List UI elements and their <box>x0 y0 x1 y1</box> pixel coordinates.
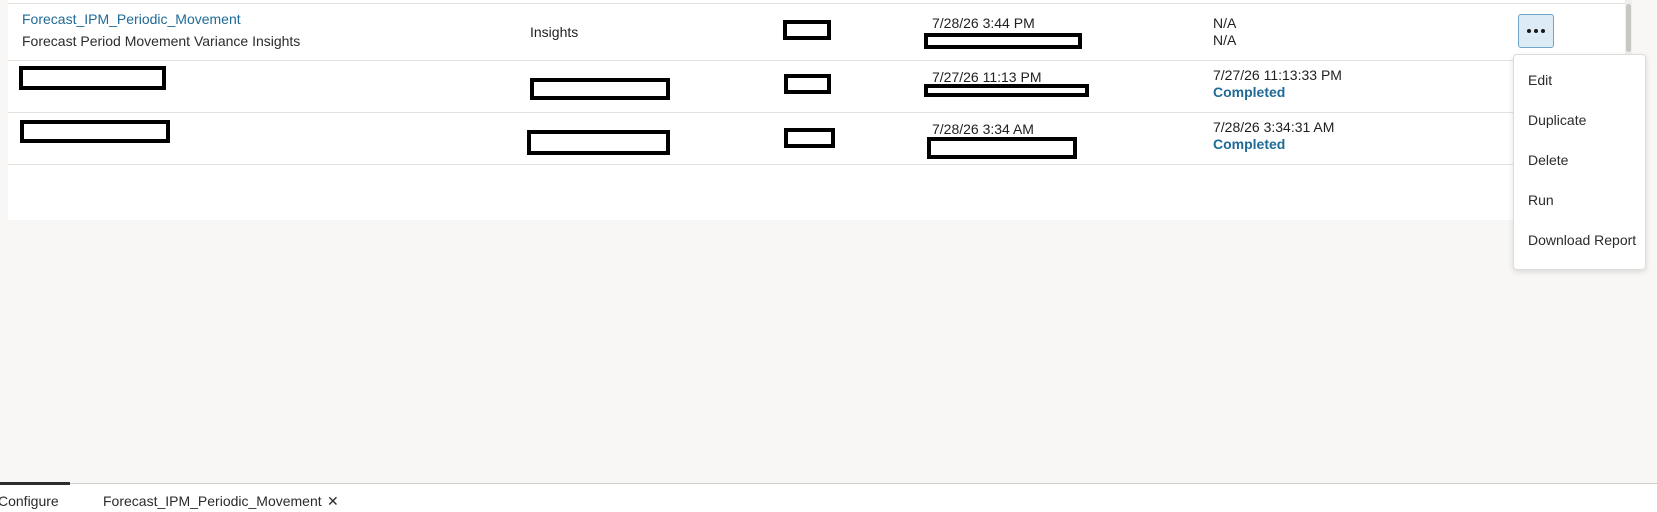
menu-item-duplicate[interactable]: Duplicate <box>1528 111 1586 129</box>
row-last-run: 7/28/26 3:34 AM <box>932 121 1034 137</box>
row-name-link[interactable]: Forecast_IPM_Periodic_Movement <box>22 10 241 28</box>
tab-configure[interactable]: Configure <box>0 492 59 510</box>
row-description: Forecast Period Movement Variance Insigh… <box>22 33 301 49</box>
redacted-field <box>530 78 670 100</box>
menu-item-run[interactable]: Run <box>1528 191 1554 209</box>
menu-item-download-report[interactable]: Download Report <box>1528 231 1636 249</box>
scrollbar-thumb[interactable] <box>1626 4 1631 52</box>
row-status: Completed <box>1213 84 1286 100</box>
table-row: 7/27/26 11:13 PM 7/27/26 11:13:33 PM Com… <box>8 60 1625 113</box>
close-icon[interactable]: ✕ <box>327 492 339 510</box>
row-last-run: 7/28/26 3:44 PM <box>932 15 1035 31</box>
redacted-field <box>924 33 1082 49</box>
row-status-time: 7/28/26 3:34:31 AM <box>1213 119 1335 135</box>
redacted-field <box>19 66 166 90</box>
redacted-field <box>927 137 1077 159</box>
row-status-time: N/A <box>1213 15 1237 31</box>
table-row: Forecast_IPM_Periodic_Movement Forecast … <box>8 4 1625 61</box>
insights-table: Forecast_IPM_Periodic_Movement Forecast … <box>8 0 1625 220</box>
redacted-field <box>784 128 835 148</box>
redacted-field <box>783 20 831 40</box>
row-type: Insights <box>530 24 579 40</box>
row-status-time: 7/27/26 11:13:33 PM <box>1213 67 1342 83</box>
row-actions-button[interactable] <box>1518 14 1554 48</box>
redacted-field <box>784 74 831 94</box>
row-actions-menu: Edit Duplicate Delete Run Download Repor… <box>1513 54 1646 270</box>
table-row: 7/28/26 3:34 AM 7/28/26 3:34:31 AM Compl… <box>8 112 1625 165</box>
redacted-field <box>20 120 170 143</box>
tab-forecast-ipm-periodic-movement[interactable]: Forecast_IPM_Periodic_Movement <box>103 492 322 510</box>
row-status: Completed <box>1213 136 1286 152</box>
redacted-field <box>924 84 1089 97</box>
row-status: N/A <box>1213 32 1237 48</box>
menu-item-edit[interactable]: Edit <box>1528 71 1552 89</box>
active-tab-indicator <box>0 482 70 485</box>
more-horizontal-icon <box>1527 29 1545 33</box>
redacted-field <box>527 130 670 155</box>
menu-item-delete[interactable]: Delete <box>1528 151 1568 169</box>
